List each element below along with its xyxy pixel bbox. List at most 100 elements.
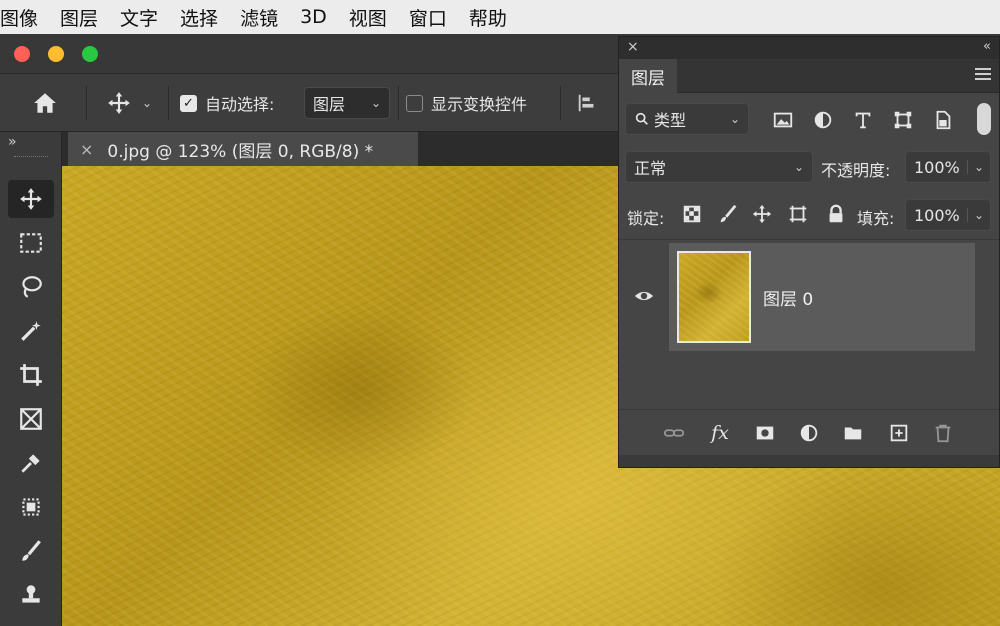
menu-help[interactable]: 帮助 <box>469 4 529 31</box>
new-adjustment-layer-button[interactable] <box>795 420 823 446</box>
marquee-icon <box>20 233 42 253</box>
layer-name[interactable]: 图层 0 <box>763 243 813 351</box>
menu-view[interactable]: 视图 <box>349 4 409 31</box>
layer-visibility-toggle[interactable] <box>629 285 659 307</box>
move-icon <box>752 204 772 224</box>
tab-layers[interactable]: 图层 <box>619 59 677 93</box>
fill-value: 100% <box>914 205 960 225</box>
document-tab[interactable]: × 0.jpg @ 123% (图层 0, RGB/8) * <box>68 132 418 166</box>
chevron-down-icon: ⌄ <box>370 96 381 110</box>
brush-tool[interactable] <box>8 532 54 570</box>
filter-toggle-switch[interactable] <box>977 103 991 135</box>
filter-type-button[interactable] <box>849 107 877 133</box>
menu-bar: 图像 图层 文字 选择 滤镜 3D 视图 窗口 帮助 <box>0 0 1000 34</box>
layer-row[interactable]: 图层 0 <box>669 243 975 351</box>
lock-label: 锁定: <box>627 209 665 228</box>
menu-image[interactable]: 图像 <box>0 4 60 31</box>
align-left-button[interactable] <box>572 88 602 118</box>
link-layers-button[interactable] <box>661 420 687 446</box>
tool-preset-picker[interactable]: ⌄ <box>98 88 160 118</box>
lock-all-button[interactable] <box>823 201 849 227</box>
new-layer-icon <box>890 424 908 442</box>
menu-select[interactable]: 选择 <box>180 4 240 31</box>
checkbox-empty-icon <box>406 94 423 112</box>
lock-artboard-button[interactable] <box>785 201 811 227</box>
blend-mode-dropdown[interactable]: 正常 ⌄ <box>625 151 813 183</box>
menu-window[interactable]: 窗口 <box>409 4 469 31</box>
adjustment-icon <box>814 111 832 129</box>
panel-resize-handle[interactable] <box>619 455 999 467</box>
menu-type[interactable]: 文字 <box>120 4 180 31</box>
filter-shape-button[interactable] <box>889 107 917 133</box>
show-transform-checkbox[interactable]: 显示变换控件 <box>406 94 528 114</box>
home-button[interactable] <box>28 88 62 118</box>
check-icon: ✓ <box>180 94 197 112</box>
marquee-tool[interactable] <box>8 224 54 262</box>
menu-layer[interactable]: 图层 <box>60 4 120 31</box>
collapse-icon[interactable]: « <box>983 39 991 54</box>
chevron-down-icon[interactable]: ⌄ <box>966 208 990 222</box>
show-transform-label: 显示变换控件 <box>431 95 528 114</box>
add-mask-button[interactable] <box>751 420 779 446</box>
eyedropper-icon <box>21 454 40 473</box>
filter-adjustment-button[interactable] <box>809 107 837 133</box>
lock-position-button[interactable] <box>749 201 775 227</box>
toolbar-grip[interactable] <box>14 156 48 160</box>
chevron-down-icon: ⌄ <box>729 112 740 126</box>
window-zoom-button[interactable] <box>82 46 98 62</box>
menu-filter[interactable]: 滤镜 <box>240 4 300 31</box>
move-icon <box>108 92 130 114</box>
separator <box>560 86 561 120</box>
stamp-tool[interactable] <box>8 576 54 614</box>
frame-icon <box>20 408 42 430</box>
checkerboard-icon <box>683 205 701 223</box>
healing-tool[interactable] <box>8 488 54 526</box>
filter-smart-object-button[interactable] <box>929 107 957 133</box>
magic-wand-icon <box>21 321 41 341</box>
close-icon[interactable]: × <box>80 140 93 159</box>
auto-select-target-dropdown[interactable]: 图层 ⌄ <box>304 87 390 119</box>
smart-object-icon <box>936 110 951 130</box>
new-group-button[interactable] <box>839 420 867 446</box>
separator <box>86 86 87 120</box>
panel-menu-icon[interactable] <box>975 68 991 83</box>
filter-pixel-button[interactable] <box>769 107 797 133</box>
layers-panel: × « 图层 类型 ⌄ 正常 ⌄ 不透明度: 100% ⌄ 锁定: 填充: 10… <box>618 36 1000 468</box>
auto-select-checkbox[interactable]: ✓ 自动选择: <box>180 94 274 114</box>
new-layer-button[interactable] <box>885 420 913 446</box>
layer-filter-value: 类型 <box>654 111 687 130</box>
frame-tool[interactable] <box>8 400 54 438</box>
layer-style-button[interactable]: fx <box>705 420 735 446</box>
menu-3d[interactable]: 3D <box>300 6 349 28</box>
delete-layer-button[interactable] <box>929 420 957 446</box>
opacity-label: 不透明度: <box>821 161 891 180</box>
lock-transparent-button[interactable] <box>679 201 705 227</box>
magic-wand-tool[interactable] <box>8 312 54 350</box>
type-icon <box>855 112 871 129</box>
brush-icon <box>22 540 41 561</box>
separator <box>168 86 169 120</box>
window-close-button[interactable] <box>14 46 30 62</box>
separator <box>398 86 399 120</box>
auto-select-target-value: 图层 <box>313 95 346 114</box>
layer-filter-dropdown[interactable]: 类型 ⌄ <box>625 103 749 135</box>
opacity-field[interactable]: 100% ⌄ <box>905 151 991 183</box>
close-icon[interactable]: × <box>627 39 639 55</box>
eyedropper-tool[interactable] <box>8 444 54 482</box>
align-left-icon <box>578 94 594 112</box>
lock-pixels-button[interactable] <box>715 201 741 227</box>
document-tab-bar: × 0.jpg @ 123% (图层 0, RGB/8) * <box>62 132 618 166</box>
lasso-tool[interactable] <box>8 268 54 306</box>
layers-panel-footer: fx <box>619 409 999 455</box>
chevron-down-icon[interactable]: ⌄ <box>966 160 990 174</box>
toolbar-collapse-icon[interactable]: » <box>8 134 17 150</box>
crop-tool[interactable] <box>8 356 54 394</box>
divider <box>619 239 999 240</box>
move-tool[interactable] <box>8 180 54 218</box>
window-minimize-button[interactable] <box>48 46 64 62</box>
panel-header: × « <box>619 37 999 59</box>
fill-field[interactable]: 100% ⌄ <box>905 199 991 231</box>
adjustment-icon <box>800 424 818 442</box>
shape-icon <box>894 111 912 129</box>
fx-icon: fx <box>711 422 729 444</box>
